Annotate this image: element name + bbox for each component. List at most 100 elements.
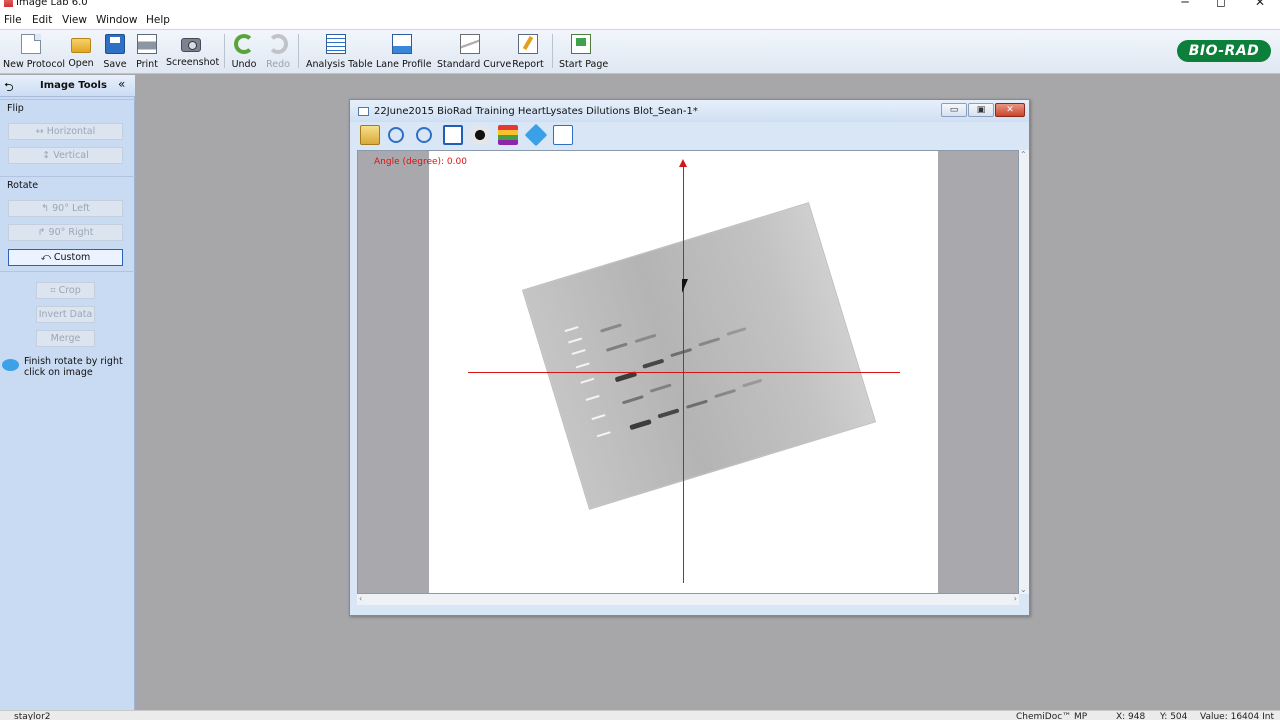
menu-edit[interactable]: Edit [32, 14, 52, 26]
blot-band [686, 399, 708, 409]
flip-horizontal-button[interactable]: ↔ Horizontal [8, 123, 123, 140]
rotate-section: Rotate ↰ 90° Left ↱ 90° Right ⤺ Custom [0, 176, 135, 270]
image-window-title-bar[interactable]: 22June2015 BioRad Training HeartLysates … [350, 100, 1029, 122]
blot-band [670, 347, 693, 358]
image-settings-icon[interactable] [360, 125, 380, 145]
scroll-up-icon[interactable]: ⌃ [1020, 150, 1027, 159]
window-minimize-button[interactable]: ▭ [941, 103, 967, 117]
rotate-left-button[interactable]: ↰ 90° Left [8, 200, 123, 217]
report-icon [518, 34, 538, 54]
maximize-icon[interactable]: ◻ [1201, 0, 1241, 9]
status-value: Value: 16404 Int [1200, 712, 1274, 720]
menu-view[interactable]: View [62, 14, 87, 26]
ladder-band [564, 326, 579, 333]
custom-rotate-button[interactable]: ⤺ Custom [8, 249, 123, 266]
rotation-arrow-icon [679, 159, 687, 167]
3d-view-icon[interactable] [524, 123, 548, 147]
print-label: Print [136, 59, 158, 70]
blot-band [726, 327, 747, 336]
ladder-band [591, 414, 606, 421]
blot-band [605, 342, 628, 352]
scroll-left-icon[interactable]: ‹ [359, 594, 362, 603]
brightness-icon[interactable] [470, 125, 490, 145]
lane-profile-button[interactable]: Lane Profile [376, 32, 432, 72]
ladder-band [596, 431, 611, 438]
image-info-icon[interactable] [553, 125, 573, 145]
open-button[interactable]: Open [67, 32, 95, 72]
rotate-hint-text: Finish rotate by right click on image [24, 356, 123, 378]
image-window-toolbar [350, 122, 1029, 148]
menu-window[interactable]: Window [96, 14, 137, 26]
new-protocol-label: New Protocol [3, 59, 66, 70]
lane-profile-icon [392, 34, 412, 54]
open-label: Open [68, 58, 94, 69]
zoom-in-icon[interactable] [388, 127, 404, 143]
redo-icon [268, 34, 288, 54]
new-document-icon [21, 34, 41, 54]
invert-data-button[interactable]: Invert Data [36, 306, 95, 323]
undo-button[interactable]: Undo [231, 32, 257, 72]
merge-button[interactable]: Merge [36, 330, 95, 347]
start-page-label: Start Page [559, 59, 609, 70]
color-palette-icon[interactable] [498, 125, 518, 145]
analysis-table-button[interactable]: Analysis Table [306, 32, 373, 72]
rotate-label: Rotate [7, 180, 39, 191]
zoom-out-icon[interactable] [416, 127, 432, 143]
fit-to-window-icon[interactable] [443, 125, 463, 145]
undo-icon [234, 34, 254, 54]
minimize-icon[interactable]: ─ [1165, 0, 1205, 9]
horizontal-scrollbar[interactable]: ‹ › [357, 594, 1019, 605]
start-page-icon [571, 34, 591, 54]
report-label: Report [512, 59, 544, 70]
menu-help[interactable]: Help [146, 14, 170, 26]
start-page-button[interactable]: Start Page [559, 32, 609, 72]
status-user: staylor2 [14, 712, 51, 720]
folder-icon [71, 38, 91, 53]
ladder-band [571, 349, 586, 356]
blot-band [742, 378, 763, 388]
collapse-panel-icon[interactable]: « [118, 77, 125, 91]
close-icon[interactable]: ✕ [1240, 0, 1280, 9]
crop-button[interactable]: ⌗ Crop [36, 282, 95, 299]
print-button[interactable]: Print [135, 32, 159, 72]
image-window-title: 22June2015 BioRad Training HeartLysates … [374, 106, 698, 117]
ladder-band [580, 377, 595, 384]
toolbar-separator [224, 34, 225, 68]
standard-curve-button[interactable]: Standard Curve [437, 32, 511, 72]
redo-button[interactable]: Redo [265, 32, 291, 72]
blot-band [657, 408, 680, 419]
flip-section: Flip ↔ Horizontal ↕ Vertical [0, 99, 135, 183]
screenshot-label: Screenshot [166, 57, 220, 68]
scroll-down-icon[interactable]: ⌄ [1020, 585, 1027, 594]
new-protocol-button[interactable]: New Protocol [3, 32, 66, 72]
flip-vertical-button[interactable]: ↕ Vertical [8, 147, 123, 164]
flip-label: Flip [7, 103, 24, 114]
blot-band [629, 418, 652, 431]
window-maximize-button[interactable]: ▣ [968, 103, 994, 117]
status-y: Y: 504 [1160, 712, 1188, 720]
rotation-vertical-guide [683, 163, 684, 583]
window-close-button[interactable]: ✕ [995, 103, 1025, 117]
blot-band [621, 395, 644, 405]
report-button[interactable]: Report [512, 32, 544, 72]
app-icon [4, 0, 13, 7]
printer-icon [137, 34, 157, 54]
angle-readout: Angle (degree): 0.00 [374, 157, 467, 167]
undo-label: Undo [231, 59, 257, 70]
blot-band [600, 323, 622, 333]
lane-profile-label: Lane Profile [376, 59, 432, 70]
ladder-band [585, 394, 600, 401]
rotate-right-button[interactable]: ↱ 90° Right [8, 224, 123, 241]
save-button[interactable]: Save [102, 32, 128, 72]
image-canvas[interactable]: Angle (degree): 0.00 [357, 150, 1019, 594]
image-window: 22June2015 BioRad Training HeartLysates … [349, 99, 1030, 616]
app-title-bar: Image Lab 6.0 ─ ◻ ✕ [0, 0, 1280, 12]
vertical-scrollbar[interactable]: ⌃ ⌄ [1019, 150, 1029, 594]
image-tools-header: ⮌ Image Tools « [0, 75, 135, 97]
save-label: Save [103, 59, 127, 70]
analysis-table-label: Analysis Table [306, 59, 373, 70]
menu-file[interactable]: File [4, 14, 22, 26]
back-arrow-icon[interactable]: ⮌ [4, 78, 14, 99]
scroll-right-icon[interactable]: › [1014, 594, 1017, 603]
screenshot-button[interactable]: Screenshot [166, 32, 220, 72]
